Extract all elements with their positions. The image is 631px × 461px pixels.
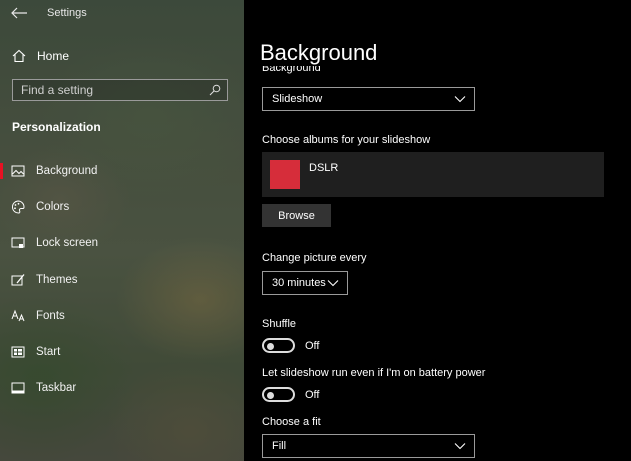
sidebar-item-label: Fonts (36, 310, 65, 322)
search-input[interactable] (13, 82, 209, 98)
lock-screen-icon (11, 237, 25, 248)
home-icon (12, 49, 26, 63)
interval-dropdown[interactable]: 30 minutes (262, 271, 348, 295)
sidebar-item-label: Start (36, 346, 61, 358)
sidebar-item-label: Colors (36, 201, 70, 213)
start-icon (11, 346, 25, 358)
browse-button[interactable]: Browse (262, 204, 331, 227)
shuffle-toggle[interactable] (262, 338, 295, 353)
palette-icon (12, 200, 25, 214)
album-thumbnail (270, 160, 300, 189)
interval-label: Change picture every (262, 252, 367, 264)
battery-label: Let slideshow run even if I'm on battery… (262, 367, 486, 379)
sidebar-item-themes[interactable]: Themes (0, 266, 244, 294)
album-name: DSLR (309, 162, 339, 174)
chevron-down-icon (454, 443, 466, 450)
battery-state: Off (305, 389, 320, 401)
albums-label: Choose albums for your slideshow (262, 134, 431, 146)
search-box[interactable] (12, 79, 228, 101)
toggle-knob (267, 342, 274, 350)
album-item[interactable]: DSLR (262, 152, 604, 197)
sidebar-home[interactable]: Home (12, 46, 69, 66)
sidebar-item-taskbar[interactable]: Taskbar (0, 374, 244, 402)
back-arrow-icon[interactable] (10, 6, 28, 20)
fit-dropdown[interactable]: Fill (262, 434, 475, 458)
chevron-down-icon (327, 280, 339, 287)
sidebar: Settings Home Personalization Background (0, 0, 244, 461)
fit-label: Choose a fit (262, 416, 321, 428)
main-content: Background Background Slideshow Choose a… (244, 0, 631, 461)
shuffle-state: Off (305, 340, 320, 352)
battery-toggle[interactable] (262, 387, 295, 402)
sidebar-item-lock-screen[interactable]: Lock screen (0, 229, 244, 257)
sidebar-item-start[interactable]: Start (0, 338, 244, 366)
chevron-down-icon (454, 96, 466, 103)
sidebar-item-background[interactable]: Background (0, 157, 244, 185)
search-icon[interactable] (209, 84, 221, 96)
themes-icon (11, 274, 25, 286)
sidebar-item-colors[interactable]: Colors (0, 193, 244, 221)
taskbar-icon (11, 382, 25, 394)
section-title: Personalization (12, 120, 101, 134)
picture-icon (11, 165, 25, 177)
shuffle-label: Shuffle (262, 318, 297, 330)
background-dropdown[interactable]: Slideshow (262, 87, 475, 111)
page-title: Background (260, 40, 378, 65)
toggle-knob (267, 391, 274, 399)
background-label: Background (262, 66, 321, 74)
selection-indicator (0, 163, 3, 179)
home-label: Home (37, 49, 70, 63)
sidebar-item-label: Lock screen (36, 237, 99, 249)
sidebar-item-label: Background (36, 165, 98, 177)
sidebar-item-label: Themes (36, 274, 78, 286)
sidebar-item-fonts[interactable]: Fonts (0, 302, 244, 330)
fit-dropdown-value: Fill (272, 440, 287, 452)
fonts-icon (11, 309, 25, 322)
interval-dropdown-value: 30 minutes (272, 277, 326, 289)
sidebar-item-label: Taskbar (36, 382, 77, 394)
window-title: Settings (47, 7, 87, 19)
background-dropdown-value: Slideshow (272, 93, 323, 105)
